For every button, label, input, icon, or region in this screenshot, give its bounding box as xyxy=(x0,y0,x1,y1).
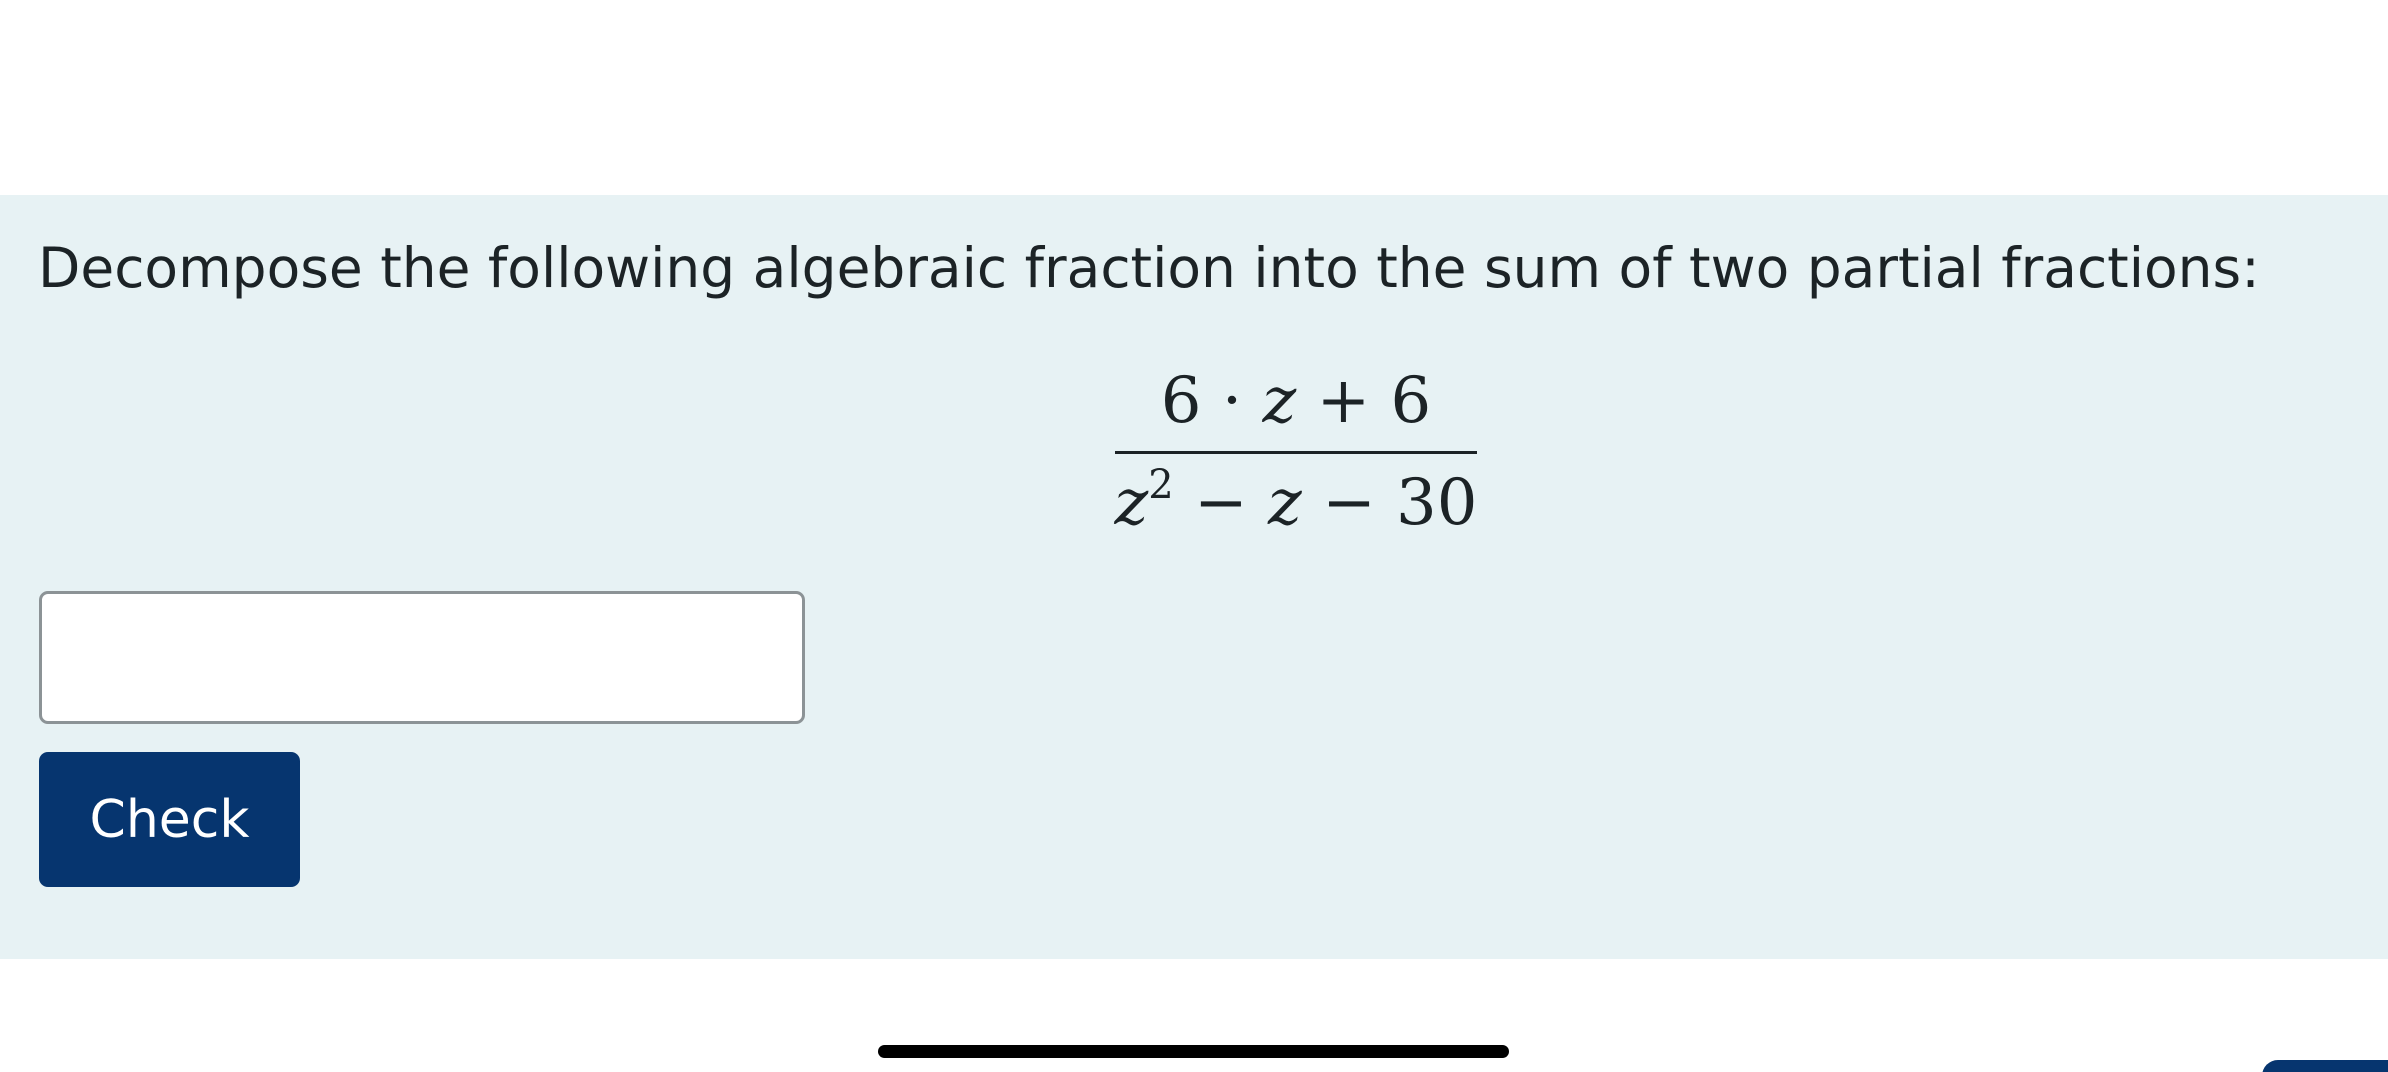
denominator-exponent: 2 xyxy=(1148,462,1174,508)
numerator-variable: z xyxy=(1262,364,1297,438)
check-button[interactable]: Check xyxy=(39,752,300,887)
home-indicator xyxy=(878,1045,1509,1058)
numerator-dot: · xyxy=(1221,364,1243,438)
question-prompt: Decompose the following algebraic fracti… xyxy=(38,236,2260,300)
fraction-numerator: 6 · z + 6 xyxy=(1113,355,1479,447)
denominator-operator-2: − xyxy=(1322,466,1376,540)
numerator-coefficient: 6 xyxy=(1160,364,1202,438)
fraction-denominator: z2 − z − 30 xyxy=(1113,457,1479,549)
denominator-operator-1: − xyxy=(1194,466,1248,540)
denominator-variable-2: z xyxy=(1268,466,1302,540)
denominator-constant: 30 xyxy=(1396,466,1478,540)
denominator-variable: z xyxy=(1114,466,1149,540)
corner-button[interactable] xyxy=(2262,1060,2388,1072)
answer-input[interactable] xyxy=(39,591,805,724)
fraction-expression: 6 · z + 6 z2 − z − 30 xyxy=(1113,355,1479,540)
numerator-operator: + xyxy=(1316,364,1371,438)
numerator-constant: 6 xyxy=(1390,364,1432,438)
question-panel xyxy=(0,195,2388,959)
fraction-bar xyxy=(1115,451,1477,454)
